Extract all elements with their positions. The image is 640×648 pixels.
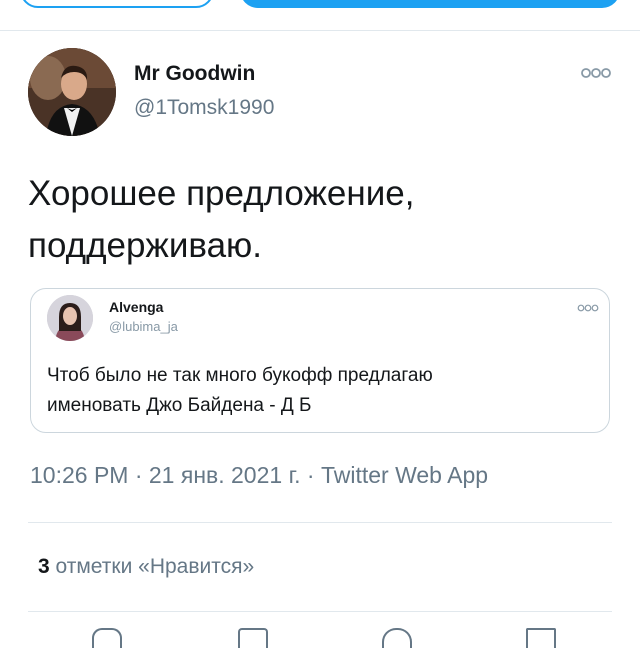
tweet-timestamp-source[interactable]: 10:26 PM · 21 янв. 2021 г. · Twitter Web… — [30, 462, 488, 489]
primary-action-button[interactable] — [240, 0, 620, 8]
likes-divider — [28, 611, 612, 612]
quoted-author-handle: @lubima_ja — [109, 319, 178, 334]
quoted-more-dots-icon — [577, 304, 599, 312]
quoted-tweet-card[interactable]: Alvenga @lubima_ja Чтоб было не так мног… — [30, 288, 610, 433]
tweet-text: Хорошее предложение, поддерживаю. — [28, 174, 415, 265]
more-dots-icon[interactable] — [580, 66, 612, 80]
quoted-author-avatar — [47, 295, 93, 341]
share-icon[interactable] — [526, 628, 556, 648]
quoted-author-name: Alvenga — [109, 299, 164, 315]
likes-count: 3 — [38, 555, 50, 578]
follow-outline-button[interactable] — [20, 0, 214, 8]
meta-divider — [28, 522, 612, 523]
author-avatar-image — [28, 48, 116, 136]
author-avatar[interactable] — [28, 48, 116, 136]
action-bar — [0, 628, 640, 648]
author-name[interactable]: Mr Goodwin — [134, 62, 255, 86]
likes-label: отметки «Нравится» — [55, 555, 255, 578]
quoted-tweet-text: Чтоб было не так много букофф предлагаю … — [47, 365, 433, 416]
author-handle[interactable]: @1Tomsk1990 — [134, 96, 274, 120]
quoted-avatar-image — [47, 295, 93, 341]
like-icon[interactable] — [382, 628, 412, 648]
reply-icon[interactable] — [92, 628, 122, 648]
likes-summary[interactable]: 3 отметки «Нравится» — [38, 555, 254, 579]
top-divider — [0, 30, 640, 31]
retweet-icon[interactable] — [238, 628, 268, 648]
